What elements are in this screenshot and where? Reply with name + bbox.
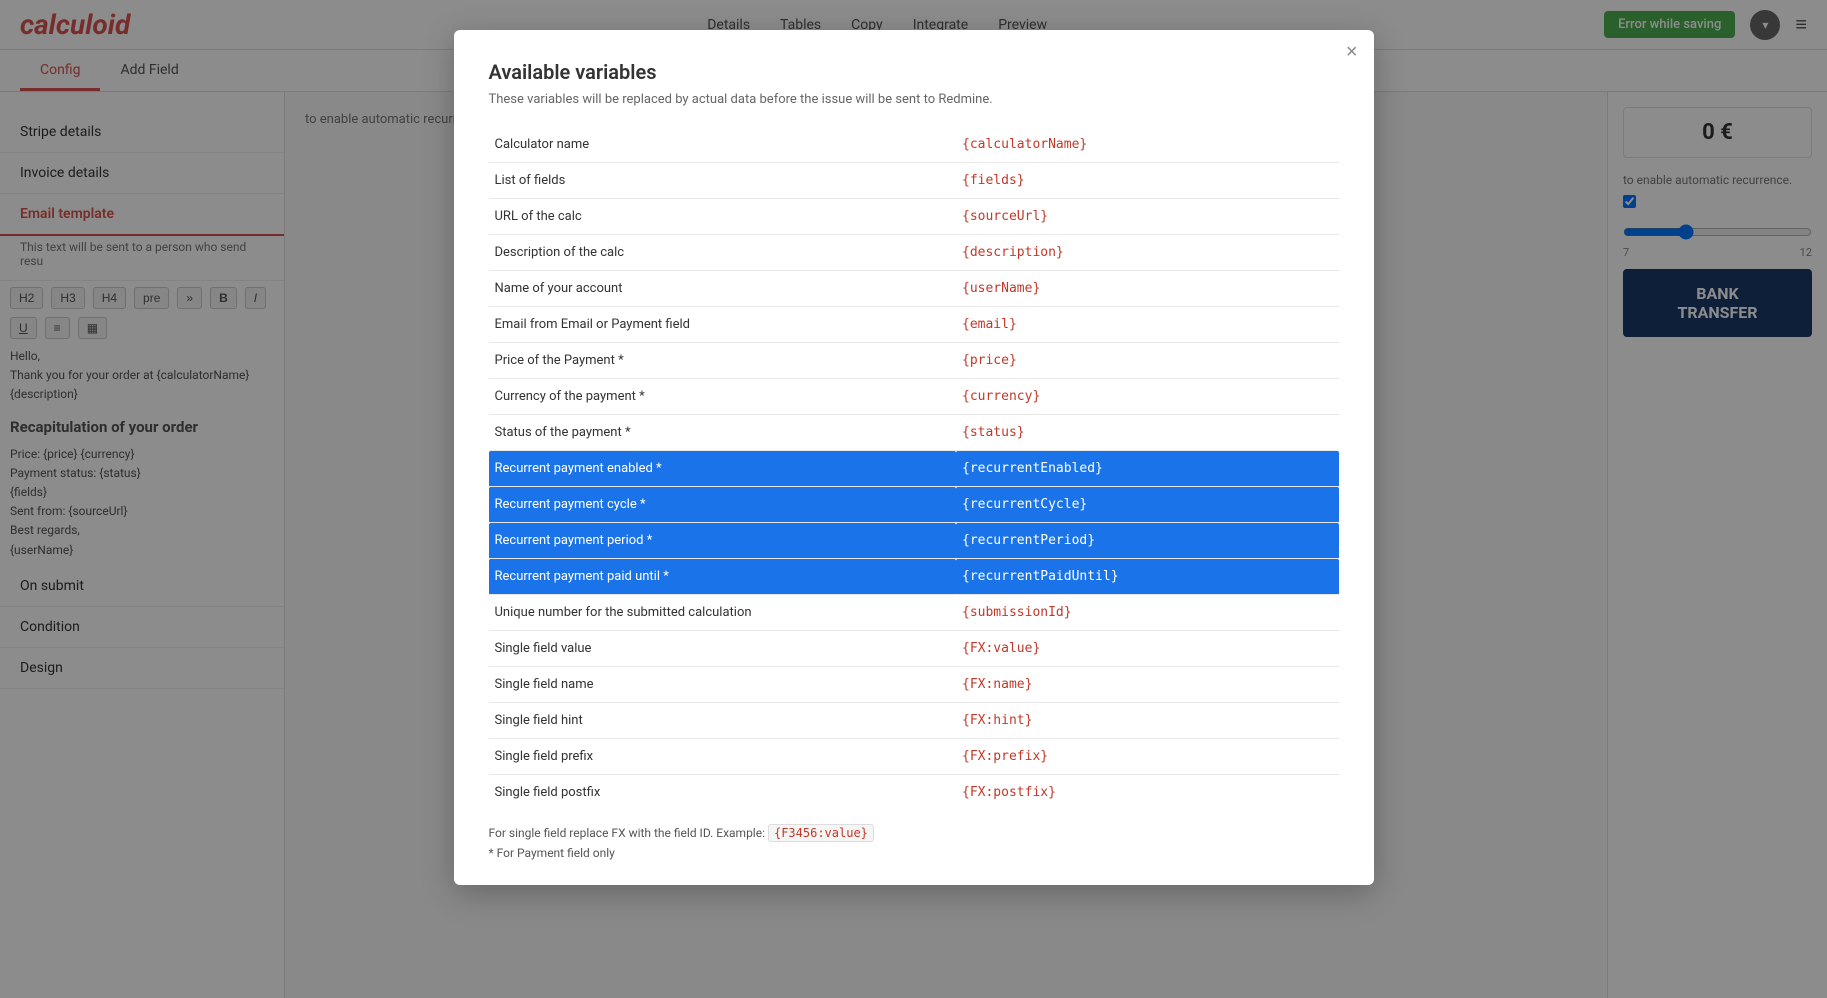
modal-footer-note: For single field replace FX with the fie…	[489, 826, 1339, 840]
variable-row: URL of the calc{sourceUrl}	[489, 199, 1339, 235]
variables-table: Calculator name{calculatorName}List of f…	[489, 127, 1339, 810]
variable-label: Email from Email or Payment field	[489, 307, 957, 343]
variable-value: {currency}	[956, 379, 1339, 415]
variable-row: Email from Email or Payment field{email}	[489, 307, 1339, 343]
variable-label: URL of the calc	[489, 199, 957, 235]
variable-row: Single field value{FX:value}	[489, 631, 1339, 667]
variable-row: Single field name{FX:name}	[489, 667, 1339, 703]
variable-label: Name of your account	[489, 271, 957, 307]
variable-row: Recurrent payment period *{recurrentPeri…	[489, 523, 1339, 559]
variable-value: {description}	[956, 235, 1339, 271]
variable-label: Single field postfix	[489, 775, 957, 811]
variable-value: {FX:name}	[956, 667, 1339, 703]
variable-label: Status of the payment *	[489, 415, 957, 451]
variable-label: Description of the calc	[489, 235, 957, 271]
modal-footer-asterisk: * For Payment field only	[489, 846, 1339, 860]
variable-row: Recurrent payment paid until *{recurrent…	[489, 559, 1339, 595]
variable-label: Calculator name	[489, 127, 957, 163]
modal-overlay[interactable]: × Available variables These variables wi…	[0, 0, 1827, 998]
variable-value: {recurrentCycle}	[956, 487, 1339, 523]
variable-label: Single field hint	[489, 703, 957, 739]
variable-row: Currency of the payment *{currency}	[489, 379, 1339, 415]
variable-row: Recurrent payment cycle *{recurrentCycle…	[489, 487, 1339, 523]
variable-row: Unique number for the submitted calculat…	[489, 595, 1339, 631]
variable-value: {recurrentEnabled}	[956, 451, 1339, 487]
variable-row: Single field postfix{FX:postfix}	[489, 775, 1339, 811]
variable-value: {price}	[956, 343, 1339, 379]
variable-row: Single field hint{FX:hint}	[489, 703, 1339, 739]
variable-label: Recurrent payment cycle *	[489, 487, 957, 523]
variable-value: {userName}	[956, 271, 1339, 307]
modal: × Available variables These variables wi…	[454, 30, 1374, 885]
footer-code: {F3456:value}	[768, 824, 874, 842]
variable-value: {recurrentPeriod}	[956, 523, 1339, 559]
variable-label: Recurrent payment paid until *	[489, 559, 957, 595]
variable-label: Unique number for the submitted calculat…	[489, 595, 957, 631]
variable-row: Single field prefix{FX:prefix}	[489, 739, 1339, 775]
variable-value: {FX:hint}	[956, 703, 1339, 739]
variable-value: {sourceUrl}	[956, 199, 1339, 235]
variable-row: Description of the calc{description}	[489, 235, 1339, 271]
variable-label: Single field value	[489, 631, 957, 667]
variable-value: {email}	[956, 307, 1339, 343]
variable-label: Single field prefix	[489, 739, 957, 775]
variable-row: Recurrent payment enabled *{recurrentEna…	[489, 451, 1339, 487]
variable-row: List of fields{fields}	[489, 163, 1339, 199]
variable-value: {FX:postfix}	[956, 775, 1339, 811]
variable-value: {calculatorName}	[956, 127, 1339, 163]
variable-row: Price of the Payment *{price}	[489, 343, 1339, 379]
modal-close-button[interactable]: ×	[1346, 42, 1358, 62]
variable-row: Name of your account{userName}	[489, 271, 1339, 307]
variable-label: Price of the Payment *	[489, 343, 957, 379]
variable-value: {FX:value}	[956, 631, 1339, 667]
variable-label: List of fields	[489, 163, 957, 199]
variable-label: Currency of the payment *	[489, 379, 957, 415]
variable-label: Recurrent payment enabled *	[489, 451, 957, 487]
variable-value: {recurrentPaidUntil}	[956, 559, 1339, 595]
variable-label: Single field name	[489, 667, 957, 703]
variable-value: {FX:prefix}	[956, 739, 1339, 775]
modal-title: Available variables	[489, 60, 1339, 84]
variable-row: Calculator name{calculatorName}	[489, 127, 1339, 163]
variable-row: Status of the payment *{status}	[489, 415, 1339, 451]
modal-subtitle: These variables will be replaced by actu…	[489, 92, 1339, 107]
variable-value: {status}	[956, 415, 1339, 451]
variable-value: {submissionId}	[956, 595, 1339, 631]
app-shell: calculoid Details Tables Copy Integrate …	[0, 0, 1827, 998]
variable-value: {fields}	[956, 163, 1339, 199]
variable-label: Recurrent payment period *	[489, 523, 957, 559]
